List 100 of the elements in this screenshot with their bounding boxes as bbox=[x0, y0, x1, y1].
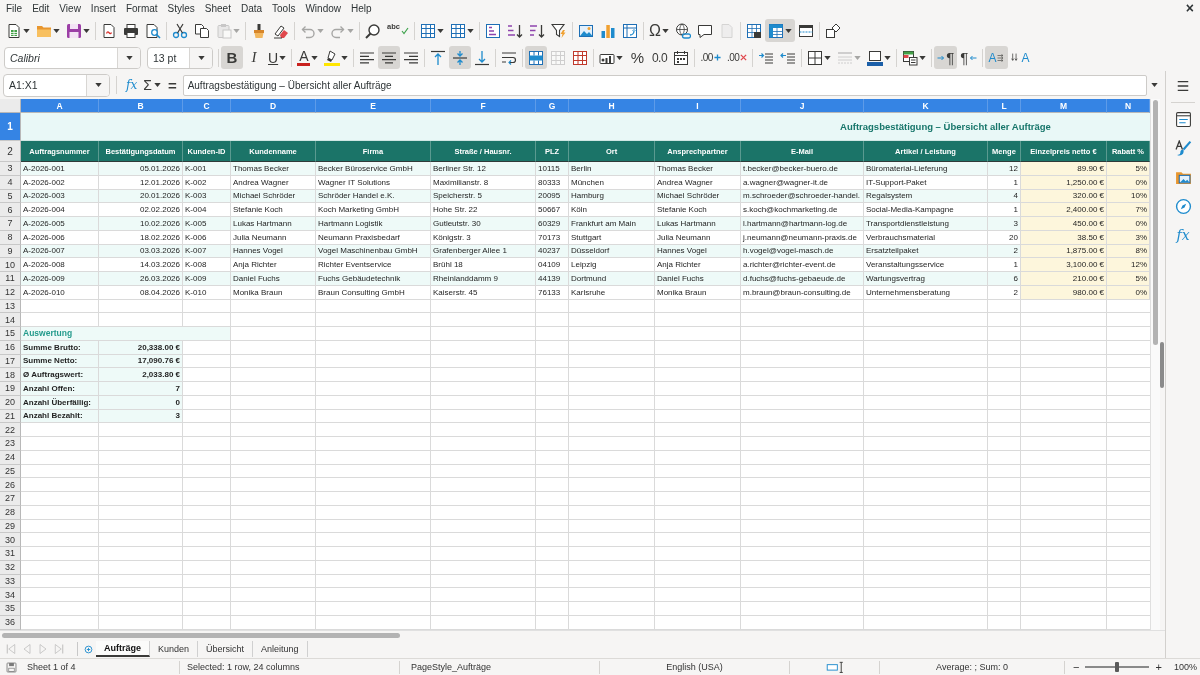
align-left-icon bbox=[359, 49, 376, 66]
table-cell: Lukas Hartmann bbox=[655, 217, 741, 231]
column-header[interactable]: C bbox=[183, 99, 231, 113]
sheet-tab[interactable]: Aufträge bbox=[96, 641, 150, 657]
table-cell: Lukas Hartmann bbox=[231, 217, 316, 231]
sidebar-grip[interactable] bbox=[1160, 341, 1164, 388]
menu-item[interactable]: Styles bbox=[162, 0, 200, 17]
row-header[interactable]: 1 bbox=[0, 113, 21, 141]
row-header[interactable]: 19 bbox=[0, 382, 21, 396]
column-header[interactable]: I bbox=[655, 99, 741, 113]
dropdown-button[interactable] bbox=[86, 74, 109, 96]
function-wizard-button[interactable]: fx bbox=[123, 78, 141, 92]
row-header[interactable]: 23 bbox=[0, 437, 21, 451]
dropdown-button[interactable] bbox=[117, 47, 140, 68]
menu-item[interactable]: Format bbox=[120, 0, 163, 17]
percent-button[interactable]: % bbox=[626, 46, 649, 69]
underline-button[interactable]: U bbox=[265, 46, 290, 69]
skip-end-icon bbox=[52, 643, 65, 655]
spreadsheet-grid[interactable] bbox=[0, 99, 1150, 630]
menu-item[interactable]: File bbox=[1, 0, 28, 17]
scrollbar-thumb[interactable] bbox=[1153, 100, 1158, 345]
menu-item[interactable]: Window bbox=[300, 0, 346, 17]
row-header[interactable]: 2 bbox=[0, 141, 21, 162]
row-header[interactable]: 31 bbox=[0, 547, 21, 561]
row-header[interactable]: 14 bbox=[0, 313, 21, 327]
row-header[interactable]: 30 bbox=[0, 533, 21, 547]
column-header[interactable]: M bbox=[1021, 99, 1107, 113]
functions-tab[interactable]: fx bbox=[1170, 223, 1196, 247]
zoom-value[interactable]: 100% bbox=[1173, 662, 1197, 672]
sheet-tab[interactable]: Übersicht bbox=[198, 641, 254, 657]
row-header[interactable]: 10 bbox=[0, 258, 21, 272]
close-button[interactable]: × bbox=[1185, 0, 1194, 17]
column-header[interactable]: D bbox=[231, 99, 316, 113]
skip-start-icon bbox=[4, 643, 17, 655]
bar-chart-icon bbox=[599, 22, 616, 39]
language[interactable]: English (USA) bbox=[666, 662, 723, 672]
row-header[interactable]: 15 bbox=[0, 327, 21, 341]
column-header[interactable]: A bbox=[21, 99, 99, 113]
sheet-tab[interactable]: Kunden bbox=[150, 641, 199, 657]
menu-item[interactable]: Tools bbox=[267, 0, 301, 17]
menu-item[interactable]: Data bbox=[235, 0, 268, 17]
grid-icon bbox=[550, 49, 567, 66]
name-box[interactable]: A1:X1 bbox=[3, 73, 110, 97]
left-to-right-button[interactable]: ¶ bbox=[934, 46, 958, 69]
row-header[interactable]: 35 bbox=[0, 602, 21, 616]
right-to-left-button[interactable]: ¶ bbox=[957, 46, 981, 69]
merge-center-button[interactable] bbox=[525, 46, 548, 69]
row-header[interactable]: 11 bbox=[0, 272, 21, 286]
vertical-text-button[interactable]: A bbox=[1008, 46, 1033, 69]
font-color-button[interactable]: A bbox=[294, 46, 322, 69]
special-character-button[interactable]: Ω bbox=[645, 19, 672, 42]
table-cell: 450.00 € bbox=[1021, 217, 1107, 231]
delete-decimal-button[interactable]: .00 bbox=[723, 46, 751, 69]
formula-input[interactable]: Auftragsbestätigung – Übersicht aller Aufträge bbox=[182, 74, 1147, 96]
row-header[interactable]: 3 bbox=[0, 162, 21, 176]
sum-button[interactable]: Σ bbox=[140, 77, 164, 93]
column-header[interactable]: G bbox=[536, 99, 569, 113]
scrollbar-thumb[interactable] bbox=[2, 633, 400, 638]
formula-button[interactable]: = bbox=[163, 76, 181, 94]
italic-button[interactable]: I bbox=[243, 46, 265, 69]
column-header[interactable]: F bbox=[431, 99, 536, 113]
menu-item[interactable]: Sheet bbox=[199, 0, 236, 17]
page-style[interactable]: PageStyle_Aufträge bbox=[411, 662, 492, 672]
column-header[interactable]: K bbox=[864, 99, 988, 113]
column-header[interactable]: J bbox=[741, 99, 864, 113]
table-cell: 76133 bbox=[536, 285, 569, 300]
column-header[interactable]: E bbox=[316, 99, 431, 113]
row-header[interactable]: 7 bbox=[0, 217, 21, 231]
row-header[interactable]: 34 bbox=[0, 588, 21, 602]
table-cell: München bbox=[569, 175, 655, 190]
border-color-icon bbox=[867, 49, 884, 66]
freeze-button[interactable] bbox=[764, 19, 795, 42]
zoom-in-button[interactable]: + bbox=[1155, 661, 1162, 673]
menu-item[interactable]: Help bbox=[346, 0, 377, 17]
column-header[interactable]: H bbox=[569, 99, 655, 113]
row-header[interactable]: 6 bbox=[0, 203, 21, 217]
menu-item[interactable]: Edit bbox=[27, 0, 55, 17]
table-cell: Berliner Str. 12 bbox=[431, 162, 536, 176]
standard-format-button[interactable]: 0.0 bbox=[648, 46, 671, 69]
row-header[interactable]: 27 bbox=[0, 492, 21, 506]
table-cell: 2,033.80 € bbox=[99, 368, 183, 382]
row-header[interactable]: 26 bbox=[0, 478, 21, 492]
font-name-field[interactable]: Calibri bbox=[4, 46, 141, 69]
align-middle-button[interactable] bbox=[449, 46, 472, 69]
column-header[interactable]: N bbox=[1107, 99, 1150, 113]
menu-item[interactable]: Insert bbox=[85, 0, 121, 17]
add-decimal-button[interactable]: .00 bbox=[697, 46, 724, 69]
column-header[interactable]: B bbox=[99, 99, 183, 113]
sheet-tab[interactable]: Anleitung bbox=[253, 641, 308, 657]
bold-button[interactable]: B bbox=[221, 46, 243, 69]
column-header[interactable]: L bbox=[988, 99, 1021, 113]
menu-item[interactable]: View bbox=[54, 0, 86, 17]
row-header[interactable]: 22 bbox=[0, 423, 21, 437]
align-center-button[interactable] bbox=[378, 46, 401, 69]
font-size-field[interactable]: 13 pt bbox=[147, 46, 213, 69]
add-sheet-button[interactable] bbox=[82, 642, 94, 656]
zoom-slider-thumb[interactable] bbox=[1115, 662, 1120, 672]
row-header[interactable]: 18 bbox=[0, 368, 21, 382]
zoom-out-button[interactable]: − bbox=[1073, 661, 1080, 673]
dropdown-button[interactable] bbox=[189, 47, 212, 68]
